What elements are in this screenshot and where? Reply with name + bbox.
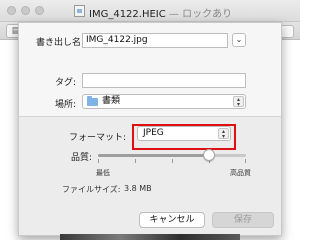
background-photo	[60, 234, 240, 240]
window-title-lock-status: — ロックあり	[165, 9, 233, 20]
folder-icon	[87, 96, 98, 106]
window-title-filename: IMG_4122.HEIC	[89, 9, 166, 20]
minimize-window-icon[interactable]	[21, 6, 30, 15]
slider-tick	[172, 159, 173, 163]
popup-stepper-icon: ▴ ▾	[233, 96, 244, 108]
tags-field[interactable]	[82, 73, 246, 88]
save-button[interactable]: 保存	[212, 212, 274, 228]
quality-slider-fill	[98, 154, 209, 157]
quality-slider-track[interactable]	[98, 154, 246, 157]
slider-tick	[135, 159, 136, 163]
format-label: フォーマット:	[68, 133, 126, 143]
tags-label: タグ:	[54, 78, 76, 88]
slider-tick	[245, 159, 246, 163]
save-as-field[interactable]: IMG_4122.jpg	[82, 33, 228, 48]
filesize-label: ファイルサイズ:	[62, 185, 121, 194]
close-window-icon[interactable]	[7, 6, 16, 15]
where-label: 場所:	[54, 100, 76, 110]
chevron-down-icon: ⌄	[235, 35, 243, 44]
zoom-window-icon[interactable]	[35, 6, 44, 15]
where-value: 書類	[102, 96, 121, 106]
cancel-button[interactable]: キャンセル	[139, 212, 205, 228]
quality-min-label: 最低	[96, 169, 110, 177]
document-icon	[74, 5, 85, 17]
save-as-label: 書き出し名:	[36, 38, 85, 48]
quality-label: 品質:	[70, 153, 92, 163]
window-titlebar: IMG_4122.HEIC — ロックあり	[0, 0, 300, 22]
format-highlight-box	[132, 124, 236, 150]
quality-max-label: 高品質	[230, 169, 251, 177]
quality-slider-knob[interactable]	[203, 149, 215, 161]
where-popup[interactable]: 書類 ▴ ▾	[82, 94, 246, 109]
filesize-value: 3.8 MB	[124, 184, 152, 193]
window-title: IMG_4122.HEIC — ロックあり	[89, 5, 232, 20]
slider-tick	[98, 159, 99, 163]
expand-dialog-button[interactable]: ⌄	[232, 33, 246, 47]
